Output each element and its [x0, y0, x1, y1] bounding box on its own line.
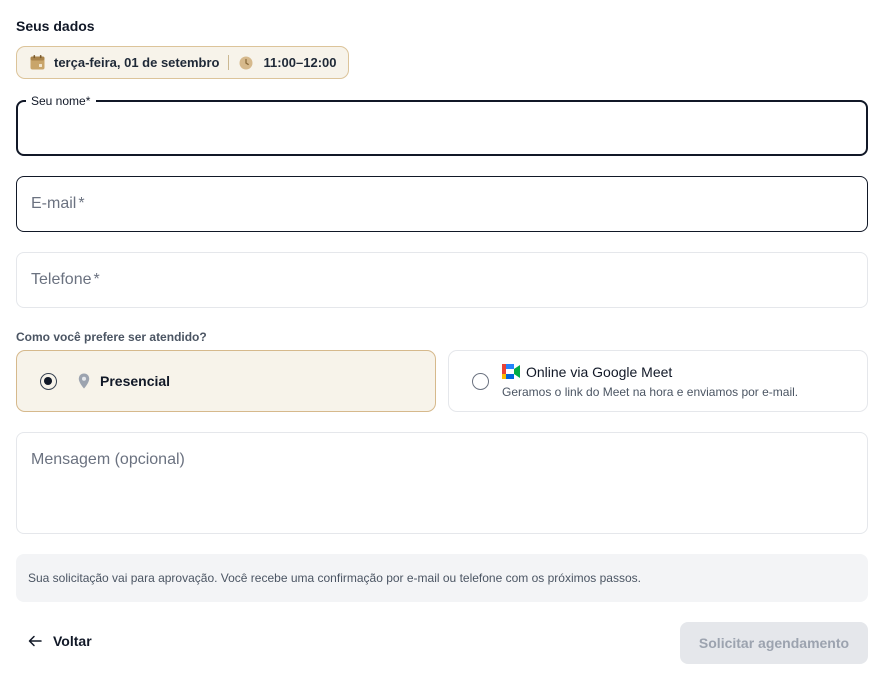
name-field: Seu nome* — [16, 93, 868, 156]
approval-note: Sua solicitação vai para aprovação. Você… — [16, 554, 868, 602]
radio-presencial[interactable] — [40, 372, 57, 390]
message-field: Mensagem (opcional) — [16, 432, 868, 534]
arrow-left-icon — [28, 634, 42, 648]
email-field: E-mail * — [16, 176, 868, 232]
back-button[interactable]: Voltar — [28, 633, 92, 649]
booking-form-page: Seus dados terça-feira, 01 de setembro 1… — [0, 0, 884, 679]
name-input[interactable] — [18, 102, 866, 154]
phone-field: Telefone * — [16, 252, 868, 308]
phone-input[interactable] — [17, 253, 867, 307]
booking-summary-chip: terça-feira, 01 de setembro 11:00–12:00 — [16, 46, 350, 79]
chip-divider — [228, 55, 230, 70]
calendar-icon — [30, 55, 45, 70]
option-description-online: Geramos o link do Meet na hora e enviamo… — [502, 384, 799, 399]
option-label-online: Online via Google Meet — [526, 363, 673, 380]
message-textarea[interactable] — [17, 433, 867, 533]
attendance-question: Como você prefere ser atendido? — [16, 330, 207, 344]
submit-booking-button[interactable]: Solicitar agendamento — [680, 622, 868, 664]
back-button-label: Voltar — [53, 633, 92, 649]
email-input[interactable] — [17, 177, 867, 231]
booking-time: 11:00–12:00 — [263, 55, 337, 70]
google-meet-icon — [502, 364, 520, 379]
location-pin-icon — [78, 373, 90, 389]
clock-icon — [239, 56, 253, 70]
option-text-online: Online via Google Meet Geramos o link do… — [502, 364, 798, 399]
section-title: Seus dados — [16, 18, 95, 34]
attendance-option-presencial[interactable]: Presencial — [16, 350, 436, 412]
booking-date: terça-feira, 01 de setembro — [54, 55, 220, 70]
option-label-presencial: Presencial — [100, 373, 171, 389]
attendance-option-online[interactable]: Online via Google Meet Geramos o link do… — [448, 350, 868, 412]
radio-online[interactable] — [472, 372, 489, 390]
